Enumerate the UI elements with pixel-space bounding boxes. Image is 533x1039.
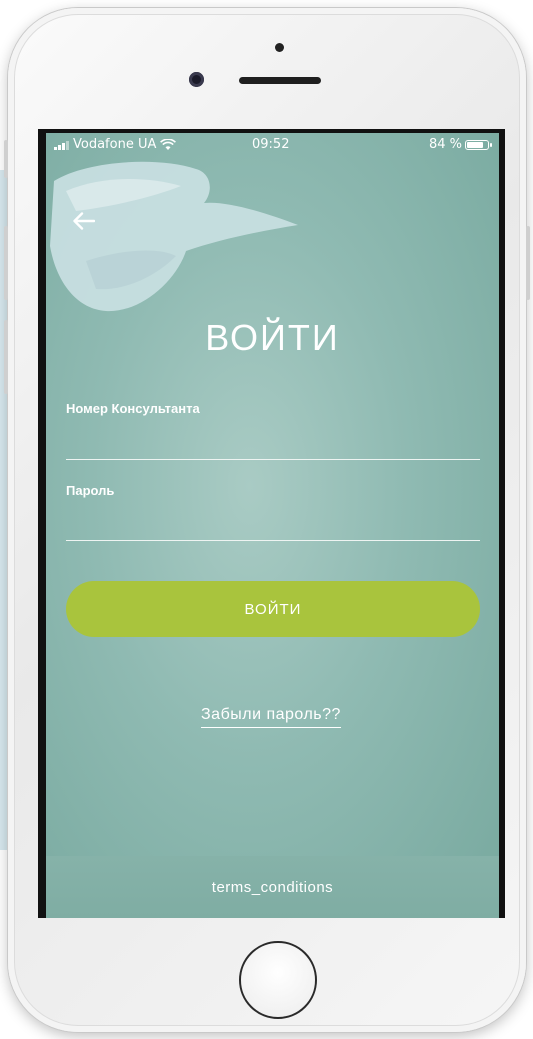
wifi-icon [160,138,177,150]
consultant-number-label: Номер Консультанта [66,401,200,416]
login-button[interactable]: ВОЙТИ [66,581,480,637]
consultant-number-input[interactable] [66,429,480,460]
front-camera [189,72,204,87]
arrow-left-icon [73,212,95,230]
battery-icon [465,139,492,150]
password-input[interactable] [66,510,480,541]
carrier-name: Vodafone UA [73,137,157,152]
mute-switch [4,140,8,178]
proximity-sensor [275,43,284,52]
status-time: 09:52 [252,137,290,152]
battery-percentage: 84 % [428,137,462,152]
forgot-password-link[interactable]: Забыли пароль?? [201,706,341,728]
home-button[interactable] [239,941,317,1019]
phone-screen: Vodafone UA 09:52 84 % ВОЙТИ Номер Консу… [38,129,505,918]
back-button[interactable] [68,205,100,237]
page-title: ВОЙТИ [205,317,340,358]
power-button [526,226,530,300]
signal-bars-icon [54,140,69,150]
volume-down-button [4,320,8,394]
terms-conditions-link[interactable]: terms_conditions [46,879,499,896]
status-bar: Vodafone UA 09:52 84 % [46,133,499,157]
earpiece-speaker [239,77,321,84]
volume-up-button [4,226,8,300]
password-label: Пароль [66,483,115,498]
login-screen: Vodafone UA 09:52 84 % ВОЙТИ Номер Консу… [46,133,499,918]
